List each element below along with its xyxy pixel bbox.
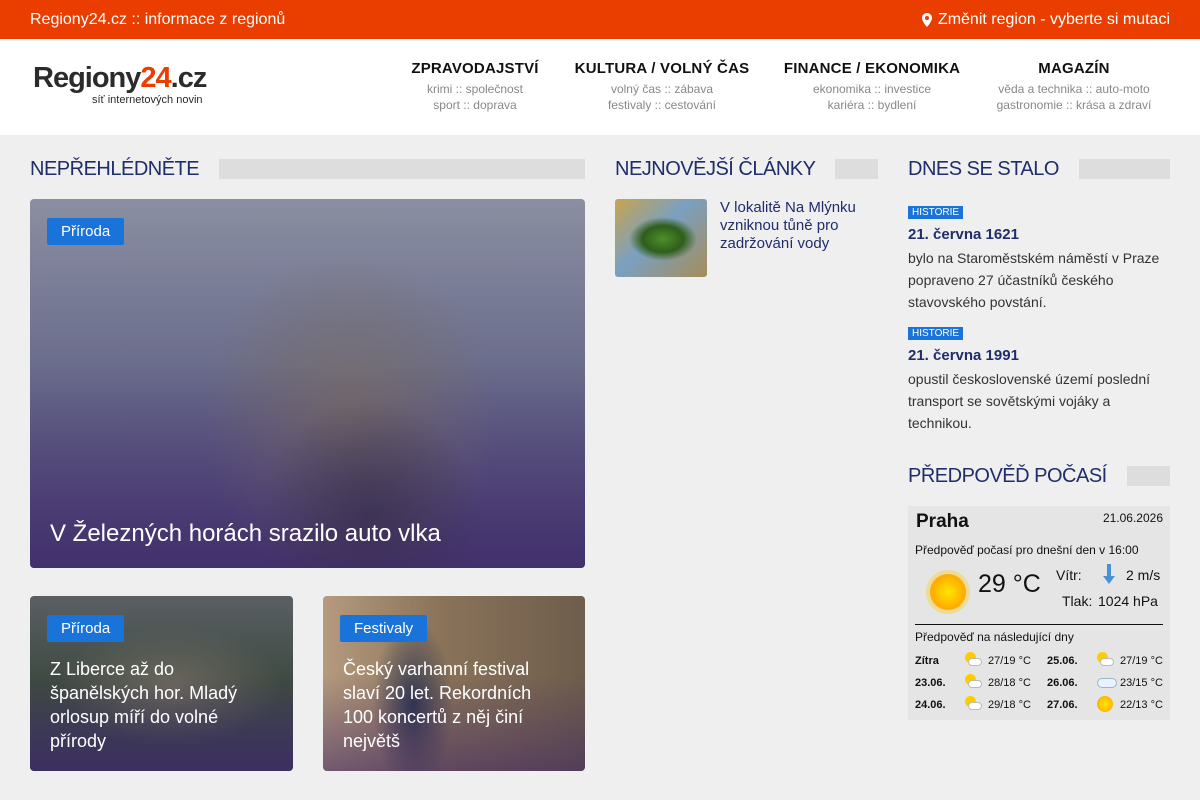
history-badge: HISTORIE bbox=[908, 206, 964, 219]
change-region-link[interactable]: Změnit region - vyberte si mutaci bbox=[921, 11, 1170, 29]
wind-arrow-icon bbox=[1103, 564, 1115, 584]
map-pin-icon bbox=[921, 13, 932, 27]
history-item: HISTORIE 21. června 1621 bylo na Staromě… bbox=[908, 202, 1170, 313]
nav-item-magazin[interactable]: MAGAZÍN věda a technika :: auto-moto gas… bbox=[985, 60, 1163, 113]
weather-date: 21.06.2026 bbox=[1102, 511, 1163, 525]
history-date: 21. června 1621 bbox=[908, 226, 1019, 243]
section-title-today: DNES SE STALO bbox=[908, 157, 1170, 181]
logo-wordmark: Regiony24.cz bbox=[33, 62, 207, 94]
weather-temperature: 29 °C bbox=[978, 570, 1041, 598]
article-title[interactable]: Český varhanní festival slaví 20 let. Re… bbox=[343, 657, 565, 753]
partly-cloudy-icon bbox=[965, 674, 982, 690]
pressure-value: 1024 hPa bbox=[1098, 593, 1158, 609]
history-date: 21. června 1991 bbox=[908, 347, 1019, 364]
weather-today-label: Předpověď počasí pro dnešní den v 16:00 bbox=[915, 543, 1139, 557]
section-title-weather: PŘEDPOVĚĎ POČASÍ bbox=[908, 464, 1170, 488]
featured-article-main[interactable]: Příroda V Železných horách srazilo auto … bbox=[30, 199, 585, 568]
section-title-dont-miss: NEPŘEHLÉDNĚTE bbox=[30, 157, 585, 181]
featured-article-right[interactable]: Festivaly Český varhanní festival slaví … bbox=[323, 596, 585, 771]
history-text: bylo na Staroměstském náměstí v Praze po… bbox=[908, 250, 1160, 310]
history-badge: HISTORIE bbox=[908, 327, 964, 340]
article-title[interactable]: Z Liberce až do španělských hor. Mladý o… bbox=[50, 657, 273, 753]
article-title[interactable]: V Železných horách srazilo auto vlka bbox=[50, 520, 565, 548]
partly-cloudy-icon bbox=[965, 696, 982, 712]
category-badge[interactable]: Příroda bbox=[47, 615, 125, 642]
article-title[interactable]: V lokalitě Na Mlýnku vzniknou tůně pro z… bbox=[720, 199, 880, 253]
sun-icon bbox=[930, 574, 966, 610]
site-logo[interactable]: Regiony24.cz síť internetových novin bbox=[33, 63, 213, 109]
history-item: HISTORIE 21. června 1991 opustil českosl… bbox=[908, 323, 1170, 434]
history-text: opustil československé území poslední tr… bbox=[908, 371, 1151, 431]
pressure-label: Tlak: bbox=[1062, 593, 1093, 609]
top-bar: Regiony24.cz :: informace z regionů Změn… bbox=[0, 0, 1200, 39]
partly-cloudy-icon bbox=[1097, 652, 1114, 668]
sun-icon bbox=[1097, 696, 1113, 712]
wind-label: Vítr: bbox=[1056, 567, 1082, 583]
weather-city: Praha bbox=[916, 511, 969, 532]
nav-item-finance[interactable]: FINANCE / EKONOMIKA ekonomika :: investi… bbox=[778, 60, 966, 113]
logo-tagline: síť internetových novin bbox=[92, 94, 203, 106]
category-badge[interactable]: Festivaly bbox=[340, 615, 428, 642]
article-thumbnail[interactable] bbox=[615, 199, 707, 277]
partly-cloudy-icon bbox=[965, 652, 982, 668]
nav-item-kultura[interactable]: KULTURA / VOLNÝ ČAS volný čas :: zábava … bbox=[566, 60, 758, 113]
change-region-label: Změnit region - vyberte si mutaci bbox=[937, 11, 1170, 28]
wind-value: 2 m/s bbox=[1126, 567, 1161, 583]
cloud-icon bbox=[1097, 674, 1117, 690]
list-item[interactable]: V lokalitě Na Mlýnku vzniknou tůně pro z… bbox=[615, 199, 878, 277]
site-header: Regiony24.cz síť internetových novin ZPR… bbox=[0, 39, 1200, 135]
forecast-label: Předpověď na následující dny bbox=[915, 630, 1074, 644]
weather-widget[interactable]: Praha 21.06.2026 Předpověď počasí pro dn… bbox=[908, 506, 1170, 720]
category-badge[interactable]: Příroda bbox=[47, 218, 125, 245]
nav-item-zpravodajstvi[interactable]: ZPRAVODAJSTVÍ krimi :: společnost sport … bbox=[395, 60, 555, 113]
featured-article-left[interactable]: Příroda Z Liberce až do španělských hor.… bbox=[30, 596, 293, 771]
site-tagline-link[interactable]: Regiony24.cz :: informace z regionů bbox=[30, 11, 285, 29]
section-title-newest: NEJNOVĚJŠÍ ČLÁNKY bbox=[615, 157, 878, 181]
